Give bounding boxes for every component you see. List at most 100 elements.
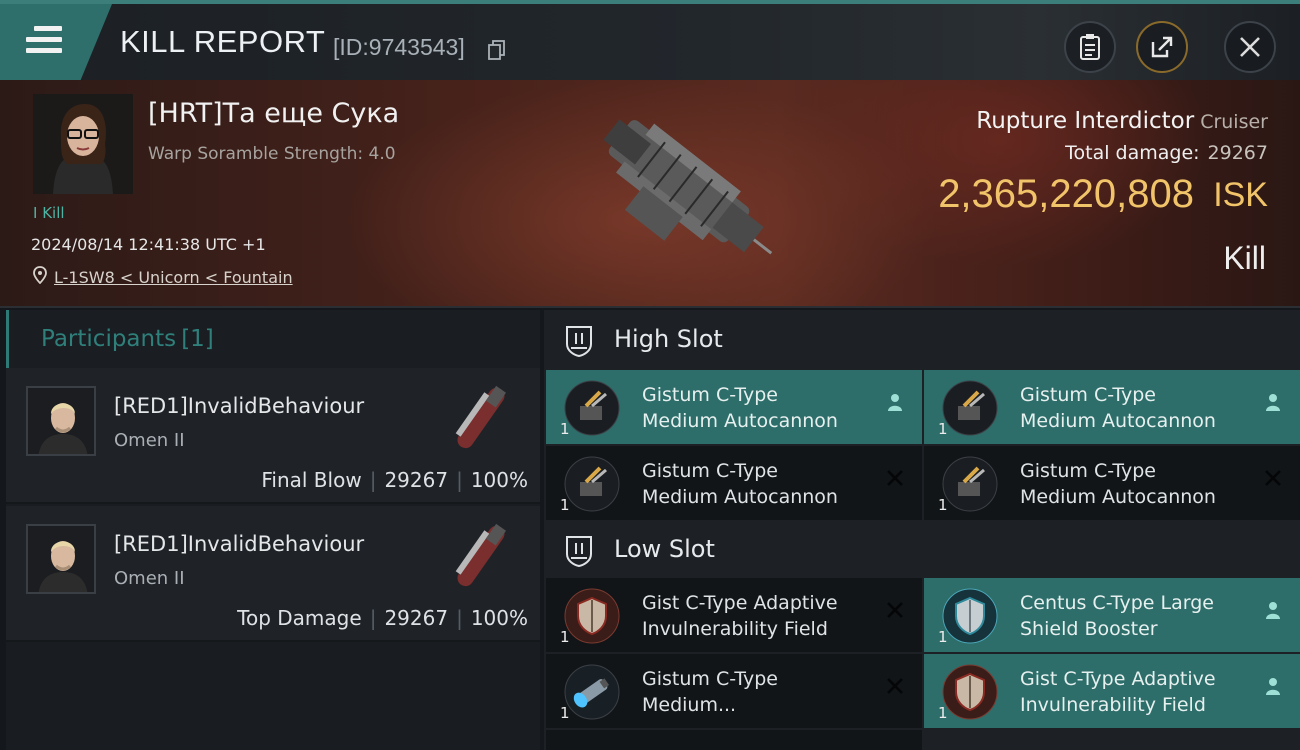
autocannon-icon <box>942 456 998 512</box>
module-name: Gistum C-Type Medium Autocannon <box>642 382 872 434</box>
total-damage-value: 29267 <box>1207 142 1268 164</box>
module-item[interactable]: 1 Gistum C-Type Medium Autocannon <box>546 370 922 444</box>
copy-icon[interactable] <box>488 40 506 60</box>
ship-class: Cruiser <box>1200 111 1268 133</box>
participant-percent: 100% <box>470 606 528 630</box>
location-link[interactable]: L-1SW8 < Unicorn < Fountain <box>54 268 293 287</box>
victim-banner: [HRT]Та еще Сука Warp Soramble Strength:… <box>0 80 1300 308</box>
module-name-line2: Invulnerability Field <box>642 618 828 640</box>
page-title: KILL REPORT <box>120 24 326 59</box>
module-name: Gist C-Type Adaptive Invulnerability Fie… <box>642 590 872 642</box>
person-icon <box>1260 600 1286 626</box>
module-quantity: 1 <box>938 420 948 438</box>
module-quantity: 1 <box>560 628 570 646</box>
kill-timestamp: 2024/08/14 12:41:38 UTC +1 <box>31 235 266 254</box>
module-item[interactable]: 1 Gistum C-Type Medium... <box>546 654 922 728</box>
fitting-panel: High Slot 1 Gistum C-Type Medium Autocan… <box>544 310 1300 750</box>
module-name-line2: Medium Autocannon <box>642 410 838 432</box>
module-quantity: 1 <box>560 420 570 438</box>
destroyed-x-icon <box>1260 468 1286 494</box>
avatar[interactable] <box>26 524 96 594</box>
share-button[interactable] <box>1136 21 1188 73</box>
total-damage-label: Total damage: <box>1065 142 1200 164</box>
module-quantity: 1 <box>560 704 570 722</box>
high-slot-icon <box>566 326 592 358</box>
participants-count: [1] <box>181 326 214 352</box>
high-slot-header: High Slot <box>544 310 1300 370</box>
participants-panel: Participants [1] [RED1]InvalidBehaviour … <box>6 310 540 750</box>
module-item[interactable]: 1 Gistum C-Type Medium Autocannon <box>924 446 1300 520</box>
report-id: [ID:9743543] <box>333 34 465 60</box>
module-name: Centus C-Type Large Shield Booster <box>1020 590 1250 642</box>
close-button[interactable] <box>1224 21 1276 73</box>
module-item[interactable]: 1 Centus C-Type Large Shield Booster <box>924 578 1300 652</box>
autocannon-icon <box>564 456 620 512</box>
destroyed-x-icon <box>882 676 908 702</box>
participants-header[interactable]: Participants [1] <box>6 310 540 368</box>
ship-name-text: Rupture Interdictor <box>976 108 1195 134</box>
menu-button[interactable] <box>0 4 112 80</box>
low-slot-icon <box>566 536 592 568</box>
participant-ship: Omen II <box>114 568 185 589</box>
module-name: Gistum C-Type Medium Autocannon <box>1020 382 1250 434</box>
participant-role: Top Damage <box>237 606 362 630</box>
module-quantity: 1 <box>938 496 948 514</box>
module-name-line1: Gistum C-Type <box>642 384 778 406</box>
participant-name[interactable]: [RED1]InvalidBehaviour <box>114 532 364 556</box>
module-name-line2: Invulnerability Field <box>1020 694 1206 716</box>
shield-booster-icon <box>942 588 998 644</box>
participants-label: Participants <box>41 326 177 352</box>
isk-label: ISK <box>1213 176 1268 214</box>
participant-name[interactable]: [RED1]InvalidBehaviour <box>114 394 364 418</box>
module-item[interactable] <box>546 730 922 750</box>
menu-icon <box>26 26 62 54</box>
location-pin-icon <box>33 266 47 284</box>
shield-module-icon <box>564 588 620 644</box>
module-name-line2: Medium Autocannon <box>1020 410 1216 432</box>
low-slot-header: Low Slot <box>544 520 1300 580</box>
participant-ship: Omen II <box>114 430 185 451</box>
participant-damage: 29267 <box>384 468 449 492</box>
avatar[interactable] <box>26 386 96 456</box>
ammo-canister-icon <box>564 664 620 720</box>
close-icon <box>1240 37 1260 57</box>
module-name: Gistum C-Type Medium Autocannon <box>642 458 872 510</box>
destroyed-x-icon <box>882 468 908 494</box>
module-name-line2: Medium... <box>642 694 737 716</box>
warp-strength: Warp Soramble Strength: 4.0 <box>148 144 396 164</box>
participant-row[interactable]: [RED1]InvalidBehaviour Omen II Top Damag… <box>6 506 540 642</box>
module-name-line1: Gistum C-Type <box>1020 384 1156 406</box>
kill-result: Kill <box>1223 240 1266 276</box>
top-bar: KILL REPORT [ID:9743543] <box>0 0 1300 80</box>
participant-row[interactable]: [RED1]InvalidBehaviour Omen II Final Blo… <box>6 368 540 504</box>
module-quantity: 1 <box>560 496 570 514</box>
module-name-line1: Gistum C-Type <box>1020 460 1156 482</box>
module-item[interactable]: 1 Gist C-Type Adaptive Invulnerability F… <box>546 578 922 652</box>
participant-ship-image <box>455 385 506 449</box>
module-name-line2: Shield Booster <box>1020 618 1158 640</box>
victim-ship-name[interactable]: Rupture Interdictor Cruiser <box>976 108 1268 134</box>
kill-tag: I Kill <box>33 204 65 222</box>
module-item[interactable]: 1 Gistum C-Type Medium Autocannon <box>546 446 922 520</box>
module-name-line1: Gist C-Type Adaptive <box>1020 668 1216 690</box>
module-name-line1: Gistum C-Type <box>642 668 778 690</box>
low-slot-label: Low Slot <box>614 535 715 563</box>
clipboard-button[interactable] <box>1064 21 1116 73</box>
module-item[interactable]: 1 Gistum C-Type Medium Autocannon <box>924 370 1300 444</box>
destroyed-x-icon <box>882 600 908 626</box>
module-name: Gistum C-Type Medium... <box>642 666 872 718</box>
module-item[interactable]: 1 Gist C-Type Adaptive Invulnerability F… <box>924 654 1300 728</box>
module-name: Gist C-Type Adaptive Invulnerability Fie… <box>1020 666 1250 718</box>
victim-portrait[interactable] <box>33 94 133 194</box>
participant-stats: Top Damage | 29267 | 100% <box>237 606 528 630</box>
total-damage: Total damage: 29267 <box>1065 142 1268 164</box>
module-name-line1: Centus C-Type Large <box>1020 592 1214 614</box>
person-icon <box>1260 676 1286 702</box>
participant-ship-image <box>455 523 506 587</box>
victim-pilot-name[interactable]: [HRT]Та еще Сука <box>148 98 399 129</box>
victim-ship-image <box>603 119 773 255</box>
participant-stats: Final Blow | 29267 | 100% <box>261 468 528 492</box>
participant-percent: 100% <box>470 468 528 492</box>
module-name-line2: Medium Autocannon <box>642 486 838 508</box>
module-name: Gistum C-Type Medium Autocannon <box>1020 458 1250 510</box>
